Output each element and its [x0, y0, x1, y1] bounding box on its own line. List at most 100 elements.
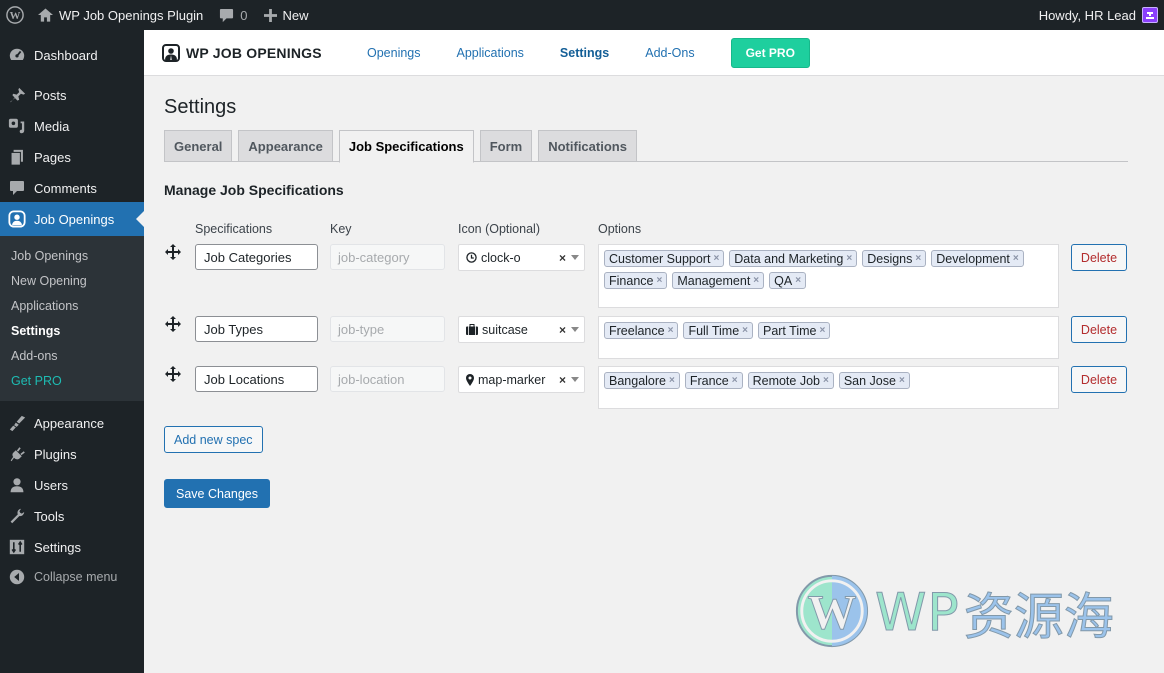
submenu-applications[interactable]: Applications — [0, 293, 144, 318]
dropdown-arrow-icon[interactable] — [571, 377, 579, 382]
spec-key-input[interactable]: job-type — [330, 316, 445, 342]
spec-icon-select[interactable]: map-marker × — [458, 366, 585, 393]
add-new-spec-button[interactable]: Add new spec — [164, 426, 263, 453]
spec-name-input[interactable]: Job Types — [195, 316, 318, 342]
delete-spec-button[interactable]: Delete — [1071, 244, 1127, 271]
clear-icon[interactable]: × — [559, 323, 566, 337]
selected-icon-name: clock-o — [481, 250, 521, 265]
chip-label: France — [689, 373, 729, 388]
save-changes-button[interactable]: Save Changes — [164, 479, 271, 508]
new-content-link[interactable]: New — [256, 0, 317, 30]
sidebar-item-settings[interactable]: Settings — [0, 530, 144, 564]
remove-chip-icon[interactable]: × — [846, 253, 852, 264]
nav-openings[interactable]: Openings — [367, 46, 421, 60]
wordpress-logo-button[interactable]: W — [0, 0, 30, 30]
remove-chip-icon[interactable]: × — [753, 275, 759, 286]
wordpress-logo-icon: W — [6, 6, 24, 24]
comments-link[interactable]: 0 — [211, 0, 255, 30]
sidebar-item-plugins[interactable]: Plugins — [0, 437, 144, 471]
remove-chip-icon[interactable]: × — [656, 275, 662, 286]
remove-chip-icon[interactable]: × — [669, 375, 675, 386]
drag-handle-icon[interactable] — [164, 316, 195, 342]
remove-chip-icon[interactable]: × — [742, 325, 748, 336]
option-chip: Finance × — [604, 272, 668, 289]
drag-handle-icon[interactable] — [164, 244, 195, 270]
remove-chip-icon[interactable]: × — [1013, 253, 1019, 264]
sidebar-item-users[interactable]: Users — [0, 468, 144, 502]
sidebar-label: Posts — [34, 87, 67, 103]
tab-job-specifications[interactable]: Job Specifications — [338, 130, 474, 163]
submenu-settings[interactable]: Settings — [0, 318, 144, 343]
remove-chip-icon[interactable]: × — [915, 253, 921, 264]
sidebar-label: Appearance — [34, 415, 105, 431]
clear-icon[interactable]: × — [559, 251, 566, 265]
sidebar-item-posts[interactable]: Posts — [0, 78, 144, 112]
delete-spec-button[interactable]: Delete — [1071, 366, 1127, 393]
plugin-brand[interactable]: WP JOB OPENINGS — [162, 43, 367, 62]
dropdown-arrow-icon[interactable] — [571, 255, 579, 260]
option-chip: Development × — [931, 250, 1024, 267]
clear-icon[interactable]: × — [559, 373, 566, 387]
spec-key-input[interactable]: job-category — [330, 244, 445, 270]
tab-appearance[interactable]: Appearance — [238, 130, 333, 162]
sidebar-item-media[interactable]: Media — [0, 109, 144, 143]
option-chip: Freelance × — [604, 322, 679, 339]
option-chip: QA × — [769, 272, 807, 289]
paintbrush-icon — [8, 414, 26, 432]
nav-applications[interactable]: Applications — [457, 46, 524, 60]
remove-chip-icon[interactable]: × — [668, 325, 674, 336]
submenu-add-ons[interactable]: Add-ons — [0, 343, 144, 368]
submenu-new-opening[interactable]: New Opening — [0, 268, 144, 293]
site-name-link[interactable]: WP Job Openings Plugin — [30, 0, 211, 30]
spec-options-field[interactable]: Freelance × Full Time × Part Time × — [598, 316, 1059, 359]
sidebar-item-pages[interactable]: Pages — [0, 140, 144, 174]
remove-chip-icon[interactable]: × — [899, 375, 905, 386]
settings-tabs: General Appearance Job Specifications Fo… — [164, 130, 1128, 163]
column-icon: Icon (Optional) — [458, 222, 540, 236]
spec-name-input[interactable]: Job Categories — [195, 244, 318, 270]
collapse-menu-button[interactable]: Collapse menu — [0, 560, 144, 594]
main-content: Settings General Appearance Job Specific… — [164, 76, 1144, 508]
delete-spec-button[interactable]: Delete — [1071, 316, 1127, 343]
spec-row: Job Locations job-location map-marker × … — [164, 366, 1144, 409]
chip-label: San Jose — [843, 373, 896, 388]
dropdown-arrow-icon[interactable] — [571, 327, 579, 332]
new-label: New — [282, 7, 309, 23]
settings-icon — [8, 538, 26, 556]
drag-handle-icon[interactable] — [164, 366, 195, 392]
remove-chip-icon[interactable]: × — [819, 325, 825, 336]
spec-name-input[interactable]: Job Locations — [195, 366, 318, 392]
my-account-link[interactable]: Howdy, HR Lead — [1031, 0, 1164, 30]
sidebar-item-appearance[interactable]: Appearance — [0, 406, 144, 440]
spec-key-input[interactable]: job-location — [330, 366, 445, 392]
tab-form[interactable]: Form — [479, 130, 533, 162]
nav-add-ons[interactable]: Add-Ons — [645, 46, 694, 60]
plugin-header: WP JOB OPENINGS Openings Applications Se… — [144, 30, 1164, 76]
remove-chip-icon[interactable]: × — [732, 375, 738, 386]
remove-chip-icon[interactable]: × — [823, 375, 829, 386]
option-chip: Management × — [672, 272, 765, 289]
tab-general[interactable]: General — [164, 130, 233, 162]
spec-options-field[interactable]: Customer Support × Data and Marketing × De… — [598, 244, 1059, 308]
dashboard-icon — [8, 46, 26, 64]
spec-options-field[interactable]: Bangalore × France × Remote Job × San Jose × — [598, 366, 1059, 409]
remove-chip-icon[interactable]: × — [713, 253, 719, 264]
tab-notifications[interactable]: Notifications — [538, 130, 637, 162]
section-title: Manage Job Specifications — [164, 182, 344, 198]
sidebar-item-tools[interactable]: Tools — [0, 499, 144, 533]
get-pro-button[interactable]: Get PRO — [730, 37, 810, 68]
nav-settings[interactable]: Settings — [560, 46, 609, 60]
sidebar-item-job-openings[interactable]: Job Openings — [0, 202, 144, 236]
sidebar-item-dashboard[interactable]: Dashboard — [0, 38, 144, 72]
collapse-icon — [8, 568, 26, 586]
submenu-job-openings[interactable]: Job Openings — [0, 243, 144, 268]
sidebar-item-comments[interactable]: Comments — [0, 171, 144, 205]
spec-icon-select[interactable]: suitcase × — [458, 316, 585, 343]
page-title: Settings — [164, 96, 237, 118]
submenu-get-pro[interactable]: Get PRO — [0, 368, 144, 393]
sidebar-label: Job Openings — [34, 211, 115, 227]
spec-icon-select[interactable]: clock-o × — [458, 244, 585, 271]
option-chip: Remote Job × — [747, 372, 834, 389]
remove-chip-icon[interactable]: × — [795, 275, 801, 286]
column-options: Options — [598, 222, 642, 236]
